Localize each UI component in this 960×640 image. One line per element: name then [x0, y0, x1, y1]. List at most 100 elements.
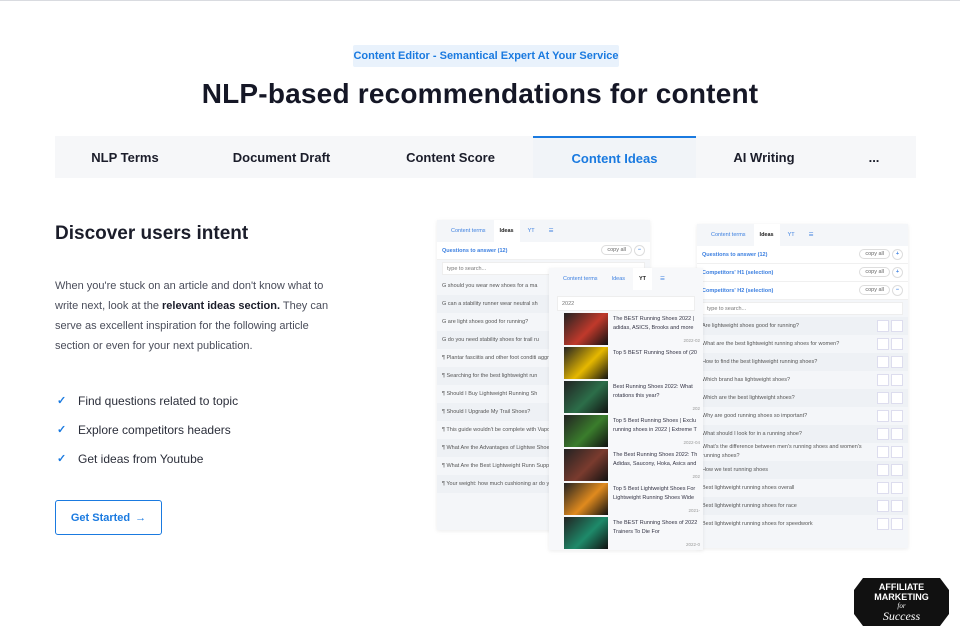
header-item: Which are the best lightweight shoes? — [697, 389, 908, 407]
item-actions — [877, 464, 903, 476]
header-text: Are lightweight shoes good for running? — [702, 322, 799, 329]
copy-all-button: copy all — [859, 267, 890, 277]
video-thumbnail — [564, 347, 608, 379]
copy-icon — [877, 356, 889, 368]
section-actions: copy all + — [859, 249, 903, 260]
panel-tab-yt: YT — [633, 268, 653, 290]
copy-icon — [877, 500, 889, 512]
section-label: Competitors' H2 (selection) — [702, 287, 774, 294]
get-started-button[interactable]: Get Started → — [55, 500, 162, 535]
item-actions — [877, 482, 903, 494]
item-actions — [877, 500, 903, 512]
feature-item: ✓ Get ideas from Youtube — [57, 444, 238, 473]
button-label: Get Started — [70, 511, 131, 524]
header-text: What's the difference between men's runn… — [702, 444, 862, 459]
section-description: When you're stuck on an article and don'… — [55, 276, 330, 356]
panel-tab-ideas: Ideas — [493, 220, 520, 242]
item-actions — [877, 338, 903, 350]
check-icon: ✓ — [57, 453, 67, 465]
item-actions — [877, 446, 903, 458]
video-title: The BEST Running Shoes 2022 | adidas, AS… — [613, 316, 695, 331]
item-actions — [877, 392, 903, 404]
copy-icon — [877, 446, 889, 458]
section-actions: copy all − — [859, 285, 903, 296]
copy-icon — [877, 482, 889, 494]
header-item: What's the difference between men's runn… — [697, 443, 908, 461]
video-thumbnail — [564, 483, 608, 515]
copy-icon — [877, 392, 889, 404]
copy-icon — [877, 338, 889, 350]
copy-icon — [877, 464, 889, 476]
section-label: Questions to answer (12) — [702, 251, 768, 258]
panel-tab-ideas: Ideas — [611, 276, 626, 282]
insert-icon — [891, 338, 903, 350]
tab-content-score[interactable]: Content Score — [368, 136, 533, 178]
insert-icon — [891, 356, 903, 368]
feature-tabs: NLP Terms Document Draft Content Score C… — [55, 136, 916, 178]
toggle-icon: + — [892, 267, 903, 278]
affiliate-marketing-logo: AFFILIATE MARKETING for Success — [854, 578, 949, 626]
headers-list: Are lightweight shoes good for running? W… — [697, 317, 908, 533]
toggle-icon: − — [892, 285, 903, 296]
video-thumbnail — [564, 313, 608, 345]
search-field: type to search... — [702, 302, 903, 315]
tab-content-ideas[interactable]: Content Ideas — [533, 136, 696, 178]
video-title: The Best Running Shoes 2022: Th Adidas, … — [613, 452, 698, 467]
header-text: How to find the best lightweight running… — [702, 358, 818, 365]
check-icon: ✓ — [57, 395, 67, 407]
panel-tab-content-terms: Content terms — [711, 232, 746, 238]
copy-icon — [877, 410, 889, 422]
insert-icon — [891, 392, 903, 404]
header-item: Why are good running shoes so important? — [697, 407, 908, 425]
video-item: The BEST Running Shoes of 2022 Trainers … — [564, 517, 703, 550]
video-item: The Best Running Shoes 2022: Th Adidas, … — [564, 449, 703, 483]
questions-section: Questions to answer (12) copy all − — [437, 242, 650, 260]
video-thumbnail — [564, 449, 608, 481]
feature-item: ✓ Explore competitors headers — [57, 415, 238, 444]
header-item: Which brand has lightweight shoes? — [697, 371, 908, 389]
copy-all-button: copy all — [859, 285, 890, 295]
header-text: Which brand has lightweight shoes? — [702, 376, 791, 383]
insert-icon — [891, 518, 903, 530]
video-date: 2022-0 — [685, 542, 700, 547]
search-field: 2022 — [557, 296, 695, 311]
video-item: Best Running Shoes 2022: What rotations … — [564, 381, 703, 415]
competitor-headers-screenshot: Content terms Ideas YT ☰ Questions to an… — [697, 224, 908, 548]
insert-icon — [891, 410, 903, 422]
copy-icon — [877, 320, 889, 332]
toggle-icon: + — [892, 249, 903, 260]
video-info: The Best Running Shoes 2022: Th Adidas, … — [613, 449, 703, 483]
item-actions — [877, 410, 903, 422]
header-item: What are the best lightweight running sh… — [697, 335, 908, 353]
header-text: What are the best lightweight running sh… — [702, 340, 840, 347]
panel-tabs: Content terms Ideas YT ☰ — [437, 220, 650, 242]
panel-tabs: Content terms Ideas YT ☰ — [549, 268, 703, 290]
header-section: Competitors' H2 (selection) copy all − — [697, 282, 908, 300]
video-date: 2021- — [688, 508, 700, 513]
tab-nlp-terms[interactable]: NLP Terms — [55, 136, 195, 178]
video-item: Top 5 BEST Running Shoes of (20 — [564, 347, 703, 381]
header-item: Best lightweight running shoes overall — [697, 479, 908, 497]
header-text: Best lightweight running shoes overall — [702, 484, 795, 491]
header-text: How we test running shoes — [702, 466, 769, 473]
tab-document-draft[interactable]: Document Draft — [195, 136, 368, 178]
header-item: Best lightweight running shoes for speed… — [697, 515, 908, 533]
insert-icon — [891, 482, 903, 494]
video-thumbnail — [564, 517, 608, 549]
tab-ai-writing[interactable]: AI Writing — [696, 136, 832, 178]
video-date: 202 — [692, 406, 700, 411]
header-item: How we test running shoes — [697, 461, 908, 479]
tab-more[interactable]: ... — [832, 136, 916, 178]
copy-all-button: copy all — [601, 245, 632, 255]
header-text: Best lightweight running shoes for race — [702, 502, 797, 509]
feature-label: Explore competitors headers — [78, 422, 231, 437]
item-actions — [877, 428, 903, 440]
check-icon: ✓ — [57, 424, 67, 436]
panel-tab-content-terms: Content terms — [563, 276, 598, 282]
video-title: Best Running Shoes 2022: What rotations … — [613, 384, 693, 399]
item-actions — [877, 320, 903, 332]
top-divider — [0, 0, 960, 1]
video-item: Top 5 Best Lightweight Shoes For Lightwe… — [564, 483, 703, 517]
copy-all-button: copy all — [859, 249, 890, 259]
video-title: Top 5 Best Lightweight Shoes For Lightwe… — [613, 486, 696, 501]
